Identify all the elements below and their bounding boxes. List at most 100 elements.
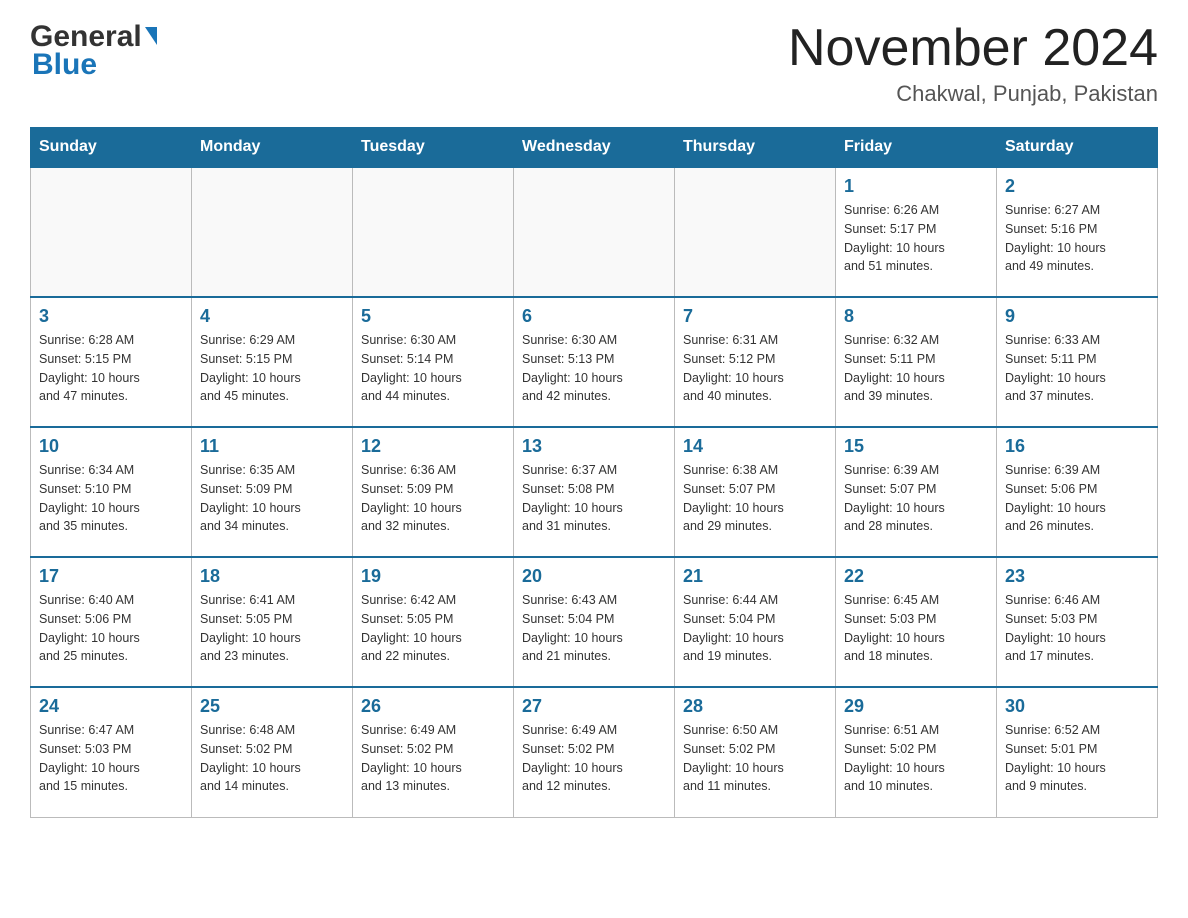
calendar-cell xyxy=(31,167,192,297)
logo-blue: Blue xyxy=(32,48,97,82)
calendar-cell: 22 Sunrise: 6:45 AM Sunset: 5:03 PM Dayli… xyxy=(836,557,997,687)
day-number: 18 xyxy=(200,566,344,587)
calendar-cell: 15 Sunrise: 6:39 AM Sunset: 5:07 PM Dayli… xyxy=(836,427,997,557)
day-info: Sunrise: 6:30 AM Sunset: 5:14 PM Dayligh… xyxy=(361,331,505,406)
day-info: Sunrise: 6:40 AM Sunset: 5:06 PM Dayligh… xyxy=(39,591,183,666)
calendar-cell: 21 Sunrise: 6:44 AM Sunset: 5:04 PM Dayli… xyxy=(675,557,836,687)
day-number: 27 xyxy=(522,696,666,717)
day-number: 4 xyxy=(200,306,344,327)
day-number: 3 xyxy=(39,306,183,327)
day-header-tuesday: Tuesday xyxy=(353,128,514,168)
day-number: 9 xyxy=(1005,306,1149,327)
day-info: Sunrise: 6:35 AM Sunset: 5:09 PM Dayligh… xyxy=(200,461,344,536)
day-info: Sunrise: 6:50 AM Sunset: 5:02 PM Dayligh… xyxy=(683,721,827,796)
calendar-cell: 27Sunrise: 6:49 AM Sunset: 5:02 PM Dayli… xyxy=(514,687,675,817)
day-info: Sunrise: 6:46 AM Sunset: 5:03 PM Dayligh… xyxy=(1005,591,1149,666)
day-number: 30 xyxy=(1005,696,1149,717)
day-number: 10 xyxy=(39,436,183,457)
day-info: Sunrise: 6:32 AM Sunset: 5:11 PM Dayligh… xyxy=(844,331,988,406)
day-number: 12 xyxy=(361,436,505,457)
week-row-1: 1Sunrise: 6:26 AM Sunset: 5:17 PM Daylig… xyxy=(31,167,1158,297)
day-number: 19 xyxy=(361,566,505,587)
day-number: 5 xyxy=(361,306,505,327)
day-number: 23 xyxy=(1005,566,1149,587)
day-info: Sunrise: 6:45 AM Sunset: 5:03 PM Dayligh… xyxy=(844,591,988,666)
day-info: Sunrise: 6:29 AM Sunset: 5:15 PM Dayligh… xyxy=(200,331,344,406)
day-info: Sunrise: 6:43 AM Sunset: 5:04 PM Dayligh… xyxy=(522,591,666,666)
day-number: 13 xyxy=(522,436,666,457)
calendar-cell: 30Sunrise: 6:52 AM Sunset: 5:01 PM Dayli… xyxy=(997,687,1158,817)
day-header-monday: Monday xyxy=(192,128,353,168)
header-row: SundayMondayTuesdayWednesdayThursdayFrid… xyxy=(31,128,1158,168)
week-row-5: 24 Sunrise: 6:47 AM Sunset: 5:03 PM Dayli… xyxy=(31,687,1158,817)
day-number: 26 xyxy=(361,696,505,717)
location: Chakwal, Punjab, Pakistan xyxy=(788,81,1158,107)
day-header-sunday: Sunday xyxy=(31,128,192,168)
calendar-cell: 11 Sunrise: 6:35 AM Sunset: 5:09 PM Dayli… xyxy=(192,427,353,557)
day-header-saturday: Saturday xyxy=(997,128,1158,168)
day-info: Sunrise: 6:39 AM Sunset: 5:06 PM Dayligh… xyxy=(1005,461,1149,536)
calendar: SundayMondayTuesdayWednesdayThursdayFrid… xyxy=(30,127,1158,818)
week-row-4: 17Sunrise: 6:40 AM Sunset: 5:06 PM Dayli… xyxy=(31,557,1158,687)
day-number: 15 xyxy=(844,436,988,457)
calendar-cell: 26 Sunrise: 6:49 AM Sunset: 5:02 PM Dayli… xyxy=(353,687,514,817)
day-number: 8 xyxy=(844,306,988,327)
calendar-cell xyxy=(353,167,514,297)
day-number: 20 xyxy=(522,566,666,587)
calendar-cell: 19Sunrise: 6:42 AM Sunset: 5:05 PM Dayli… xyxy=(353,557,514,687)
day-number: 29 xyxy=(844,696,988,717)
day-info: Sunrise: 6:51 AM Sunset: 5:02 PM Dayligh… xyxy=(844,721,988,796)
calendar-cell: 18 Sunrise: 6:41 AM Sunset: 5:05 PM Dayli… xyxy=(192,557,353,687)
day-number: 22 xyxy=(844,566,988,587)
calendar-cell: 29 Sunrise: 6:51 AM Sunset: 5:02 PM Dayli… xyxy=(836,687,997,817)
day-number: 21 xyxy=(683,566,827,587)
day-info: Sunrise: 6:44 AM Sunset: 5:04 PM Dayligh… xyxy=(683,591,827,666)
day-info: Sunrise: 6:47 AM Sunset: 5:03 PM Dayligh… xyxy=(39,721,183,796)
day-info: Sunrise: 6:38 AM Sunset: 5:07 PM Dayligh… xyxy=(683,461,827,536)
calendar-cell: 16 Sunrise: 6:39 AM Sunset: 5:06 PM Dayli… xyxy=(997,427,1158,557)
logo-triangle-icon xyxy=(145,27,157,45)
day-info: Sunrise: 6:33 AM Sunset: 5:11 PM Dayligh… xyxy=(1005,331,1149,406)
day-number: 28 xyxy=(683,696,827,717)
calendar-cell: 24 Sunrise: 6:47 AM Sunset: 5:03 PM Dayli… xyxy=(31,687,192,817)
calendar-cell: 28 Sunrise: 6:50 AM Sunset: 5:02 PM Dayli… xyxy=(675,687,836,817)
day-info: Sunrise: 6:27 AM Sunset: 5:16 PM Dayligh… xyxy=(1005,201,1149,276)
calendar-cell: 14 Sunrise: 6:38 AM Sunset: 5:07 PM Dayli… xyxy=(675,427,836,557)
logo: General Blue xyxy=(30,20,157,82)
calendar-cell: 20 Sunrise: 6:43 AM Sunset: 5:04 PM Dayli… xyxy=(514,557,675,687)
calendar-cell: 2Sunrise: 6:27 AM Sunset: 5:16 PM Daylig… xyxy=(997,167,1158,297)
day-number: 11 xyxy=(200,436,344,457)
calendar-cell: 17Sunrise: 6:40 AM Sunset: 5:06 PM Dayli… xyxy=(31,557,192,687)
day-number: 14 xyxy=(683,436,827,457)
day-number: 1 xyxy=(844,176,988,197)
calendar-cell: 25 Sunrise: 6:48 AM Sunset: 5:02 PM Dayli… xyxy=(192,687,353,817)
calendar-cell: 9 Sunrise: 6:33 AM Sunset: 5:11 PM Daylig… xyxy=(997,297,1158,427)
day-header-thursday: Thursday xyxy=(675,128,836,168)
calendar-cell: 3Sunrise: 6:28 AM Sunset: 5:15 PM Daylig… xyxy=(31,297,192,427)
day-number: 25 xyxy=(200,696,344,717)
calendar-cell: 5 Sunrise: 6:30 AM Sunset: 5:14 PM Daylig… xyxy=(353,297,514,427)
day-number: 16 xyxy=(1005,436,1149,457)
day-number: 7 xyxy=(683,306,827,327)
day-info: Sunrise: 6:39 AM Sunset: 5:07 PM Dayligh… xyxy=(844,461,988,536)
title-section: November 2024 Chakwal, Punjab, Pakistan xyxy=(788,20,1158,107)
day-info: Sunrise: 6:49 AM Sunset: 5:02 PM Dayligh… xyxy=(361,721,505,796)
day-number: 24 xyxy=(39,696,183,717)
day-info: Sunrise: 6:34 AM Sunset: 5:10 PM Dayligh… xyxy=(39,461,183,536)
calendar-cell: 7Sunrise: 6:31 AM Sunset: 5:12 PM Daylig… xyxy=(675,297,836,427)
day-number: 6 xyxy=(522,306,666,327)
calendar-cell xyxy=(192,167,353,297)
week-row-2: 3Sunrise: 6:28 AM Sunset: 5:15 PM Daylig… xyxy=(31,297,1158,427)
calendar-cell: 23 Sunrise: 6:46 AM Sunset: 5:03 PM Dayli… xyxy=(997,557,1158,687)
day-info: Sunrise: 6:37 AM Sunset: 5:08 PM Dayligh… xyxy=(522,461,666,536)
day-header-friday: Friday xyxy=(836,128,997,168)
calendar-cell: 6Sunrise: 6:30 AM Sunset: 5:13 PM Daylig… xyxy=(514,297,675,427)
calendar-cell: 12Sunrise: 6:36 AM Sunset: 5:09 PM Dayli… xyxy=(353,427,514,557)
calendar-cell: 13 Sunrise: 6:37 AM Sunset: 5:08 PM Dayli… xyxy=(514,427,675,557)
calendar-cell xyxy=(514,167,675,297)
day-info: Sunrise: 6:48 AM Sunset: 5:02 PM Dayligh… xyxy=(200,721,344,796)
day-info: Sunrise: 6:41 AM Sunset: 5:05 PM Dayligh… xyxy=(200,591,344,666)
calendar-cell: 8 Sunrise: 6:32 AM Sunset: 5:11 PM Daylig… xyxy=(836,297,997,427)
week-row-3: 10 Sunrise: 6:34 AM Sunset: 5:10 PM Dayli… xyxy=(31,427,1158,557)
header: General Blue November 2024 Chakwal, Punj… xyxy=(30,20,1158,107)
